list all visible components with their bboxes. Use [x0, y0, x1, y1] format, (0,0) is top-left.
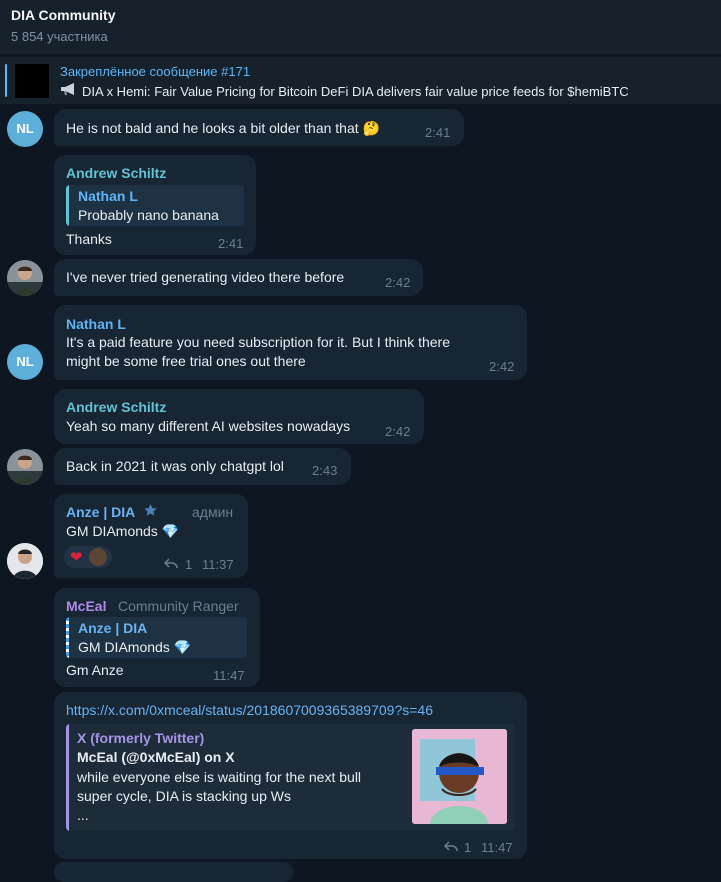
reply-count[interactable]: 1	[464, 840, 471, 855]
message-bubble[interactable]: https://x.com/0xmceal/status/20186070093…	[54, 692, 527, 859]
message-text: Yeah so many different AI websites nowad…	[66, 418, 351, 434]
message-link[interactable]: https://x.com/0xmceal/status/20186070093…	[66, 701, 433, 720]
message-bubble[interactable]: He is not bald and he looks a bit older …	[54, 109, 464, 146]
message-time: 11:47	[213, 668, 245, 683]
avatar-anze[interactable]	[7, 543, 43, 579]
quote-bar	[66, 617, 69, 658]
chat-header[interactable]: DIA Community 5 854 участника	[0, 0, 721, 54]
pinned-message-bar[interactable]: Закреплённое сообщение #171 DIA x Hemi: …	[0, 57, 721, 104]
reply-count[interactable]: 1	[185, 557, 192, 572]
rank-badge: Community Ranger	[118, 598, 239, 614]
message-bubble[interactable]: I've never tried generating video there …	[54, 259, 423, 296]
message-time: 2:42	[489, 359, 515, 374]
sender-name[interactable]: Anze | DIA	[66, 504, 135, 520]
preview-bar	[66, 724, 69, 831]
message-text: I've never tried generating video there …	[66, 269, 345, 285]
message-text: He is not bald and he looks a bit older …	[66, 120, 380, 136]
message-time: 2:42	[385, 424, 411, 439]
admin-badge: админ	[192, 504, 234, 520]
reply-quote[interactable]: Nathan L Probably nano banana	[66, 185, 244, 226]
message-bubble[interactable]	[54, 862, 294, 882]
quote-text: GM DIAmonds 💎	[78, 639, 192, 655]
sender-name[interactable]: Nathan L	[66, 316, 126, 332]
message-bubble[interactable]: McEal Community Ranger Anze | DIA GM DIA…	[54, 588, 260, 687]
quote-bar	[66, 185, 69, 226]
reply-arrow-icon	[443, 840, 458, 858]
avatar-andrew[interactable]	[7, 449, 43, 485]
quote-text: Probably nano banana	[78, 207, 219, 223]
message-bubble[interactable]: Andrew Schiltz Nathan L Probably nano ba…	[54, 155, 256, 255]
message-text: GM DIAmonds 💎	[66, 523, 180, 539]
pinned-indicator	[5, 64, 7, 97]
heart-icon: ❤	[70, 549, 83, 566]
message-text: Back in 2021 it was only chatgpt lol	[66, 458, 284, 474]
avatar-andrew[interactable]	[7, 260, 43, 296]
pinned-thumbnail	[15, 64, 49, 98]
preview-desc-line: super cycle, DIA is stacking up Ws	[77, 788, 291, 804]
preview-desc-line: ...	[77, 807, 89, 823]
star-icon	[143, 503, 158, 523]
preview-thumbnail	[412, 729, 507, 824]
preview-desc-line: while everyone else is waiting for the n…	[77, 769, 362, 785]
message-text: Gm Anze	[66, 662, 124, 678]
member-count: 5 854 участника	[11, 29, 108, 44]
reaction-chip[interactable]: ❤	[64, 546, 112, 568]
message-time: 2:41	[425, 125, 451, 140]
reactor-avatar	[89, 548, 107, 566]
message-time: 11:37	[202, 557, 234, 572]
message-time: 2:42	[385, 275, 411, 290]
quote-sender: Anze | DIA	[78, 620, 148, 636]
preview-site: X (formerly Twitter)	[77, 730, 205, 746]
chat-title[interactable]: DIA Community	[11, 7, 115, 23]
message-time: 11:47	[481, 840, 513, 855]
message-bubble[interactable]: Nathan L It's a paid feature you need su…	[54, 305, 527, 380]
message-text-line: It's a paid feature you need subscriptio…	[66, 334, 451, 350]
message-time: 2:43	[312, 463, 338, 478]
pinned-title: Закреплённое сообщение #171	[60, 64, 251, 79]
reply-quote[interactable]: Anze | DIA GM DIAmonds 💎	[66, 617, 247, 658]
gem-icon: 💎	[161, 523, 180, 539]
avatar-initials: NL	[16, 354, 34, 369]
sender-name[interactable]: McEal	[66, 598, 106, 614]
sender-name[interactable]: Andrew Schiltz	[66, 399, 166, 415]
megaphone-icon	[60, 82, 78, 99]
message-time: 2:41	[218, 236, 244, 251]
preview-title: McEal (@0xMcEal) on X	[77, 749, 235, 765]
avatar-nathan[interactable]: NL	[7, 344, 43, 380]
message-text-line: might be some free trial ones out there	[66, 353, 306, 369]
gem-icon: 💎	[173, 639, 192, 655]
message-bubble[interactable]: Back in 2021 it was only chatgpt lol 2:4…	[54, 448, 351, 485]
message-bubble[interactable]: Andrew Schiltz Yeah so many different AI…	[54, 389, 424, 444]
sender-name[interactable]: Andrew Schiltz	[66, 165, 166, 181]
pinned-text: DIA x Hemi: Fair Value Pricing for Bitco…	[82, 84, 629, 99]
link-preview[interactable]: X (formerly Twitter) McEal (@0xMcEal) on…	[66, 724, 515, 831]
thinking-face-icon: 🤔	[362, 120, 380, 136]
quote-sender: Nathan L	[78, 188, 138, 204]
message-text: Thanks	[66, 231, 112, 247]
message-bubble[interactable]: Anze | DIA админ GM DIAmonds 💎 ❤ 1 11:37	[54, 494, 248, 578]
reply-arrow-icon	[163, 557, 178, 575]
avatar-initials: NL	[16, 121, 34, 136]
avatar-nathan[interactable]: NL	[7, 111, 43, 147]
pinned-text-row: DIA x Hemi: Fair Value Pricing for Bitco…	[60, 82, 629, 99]
